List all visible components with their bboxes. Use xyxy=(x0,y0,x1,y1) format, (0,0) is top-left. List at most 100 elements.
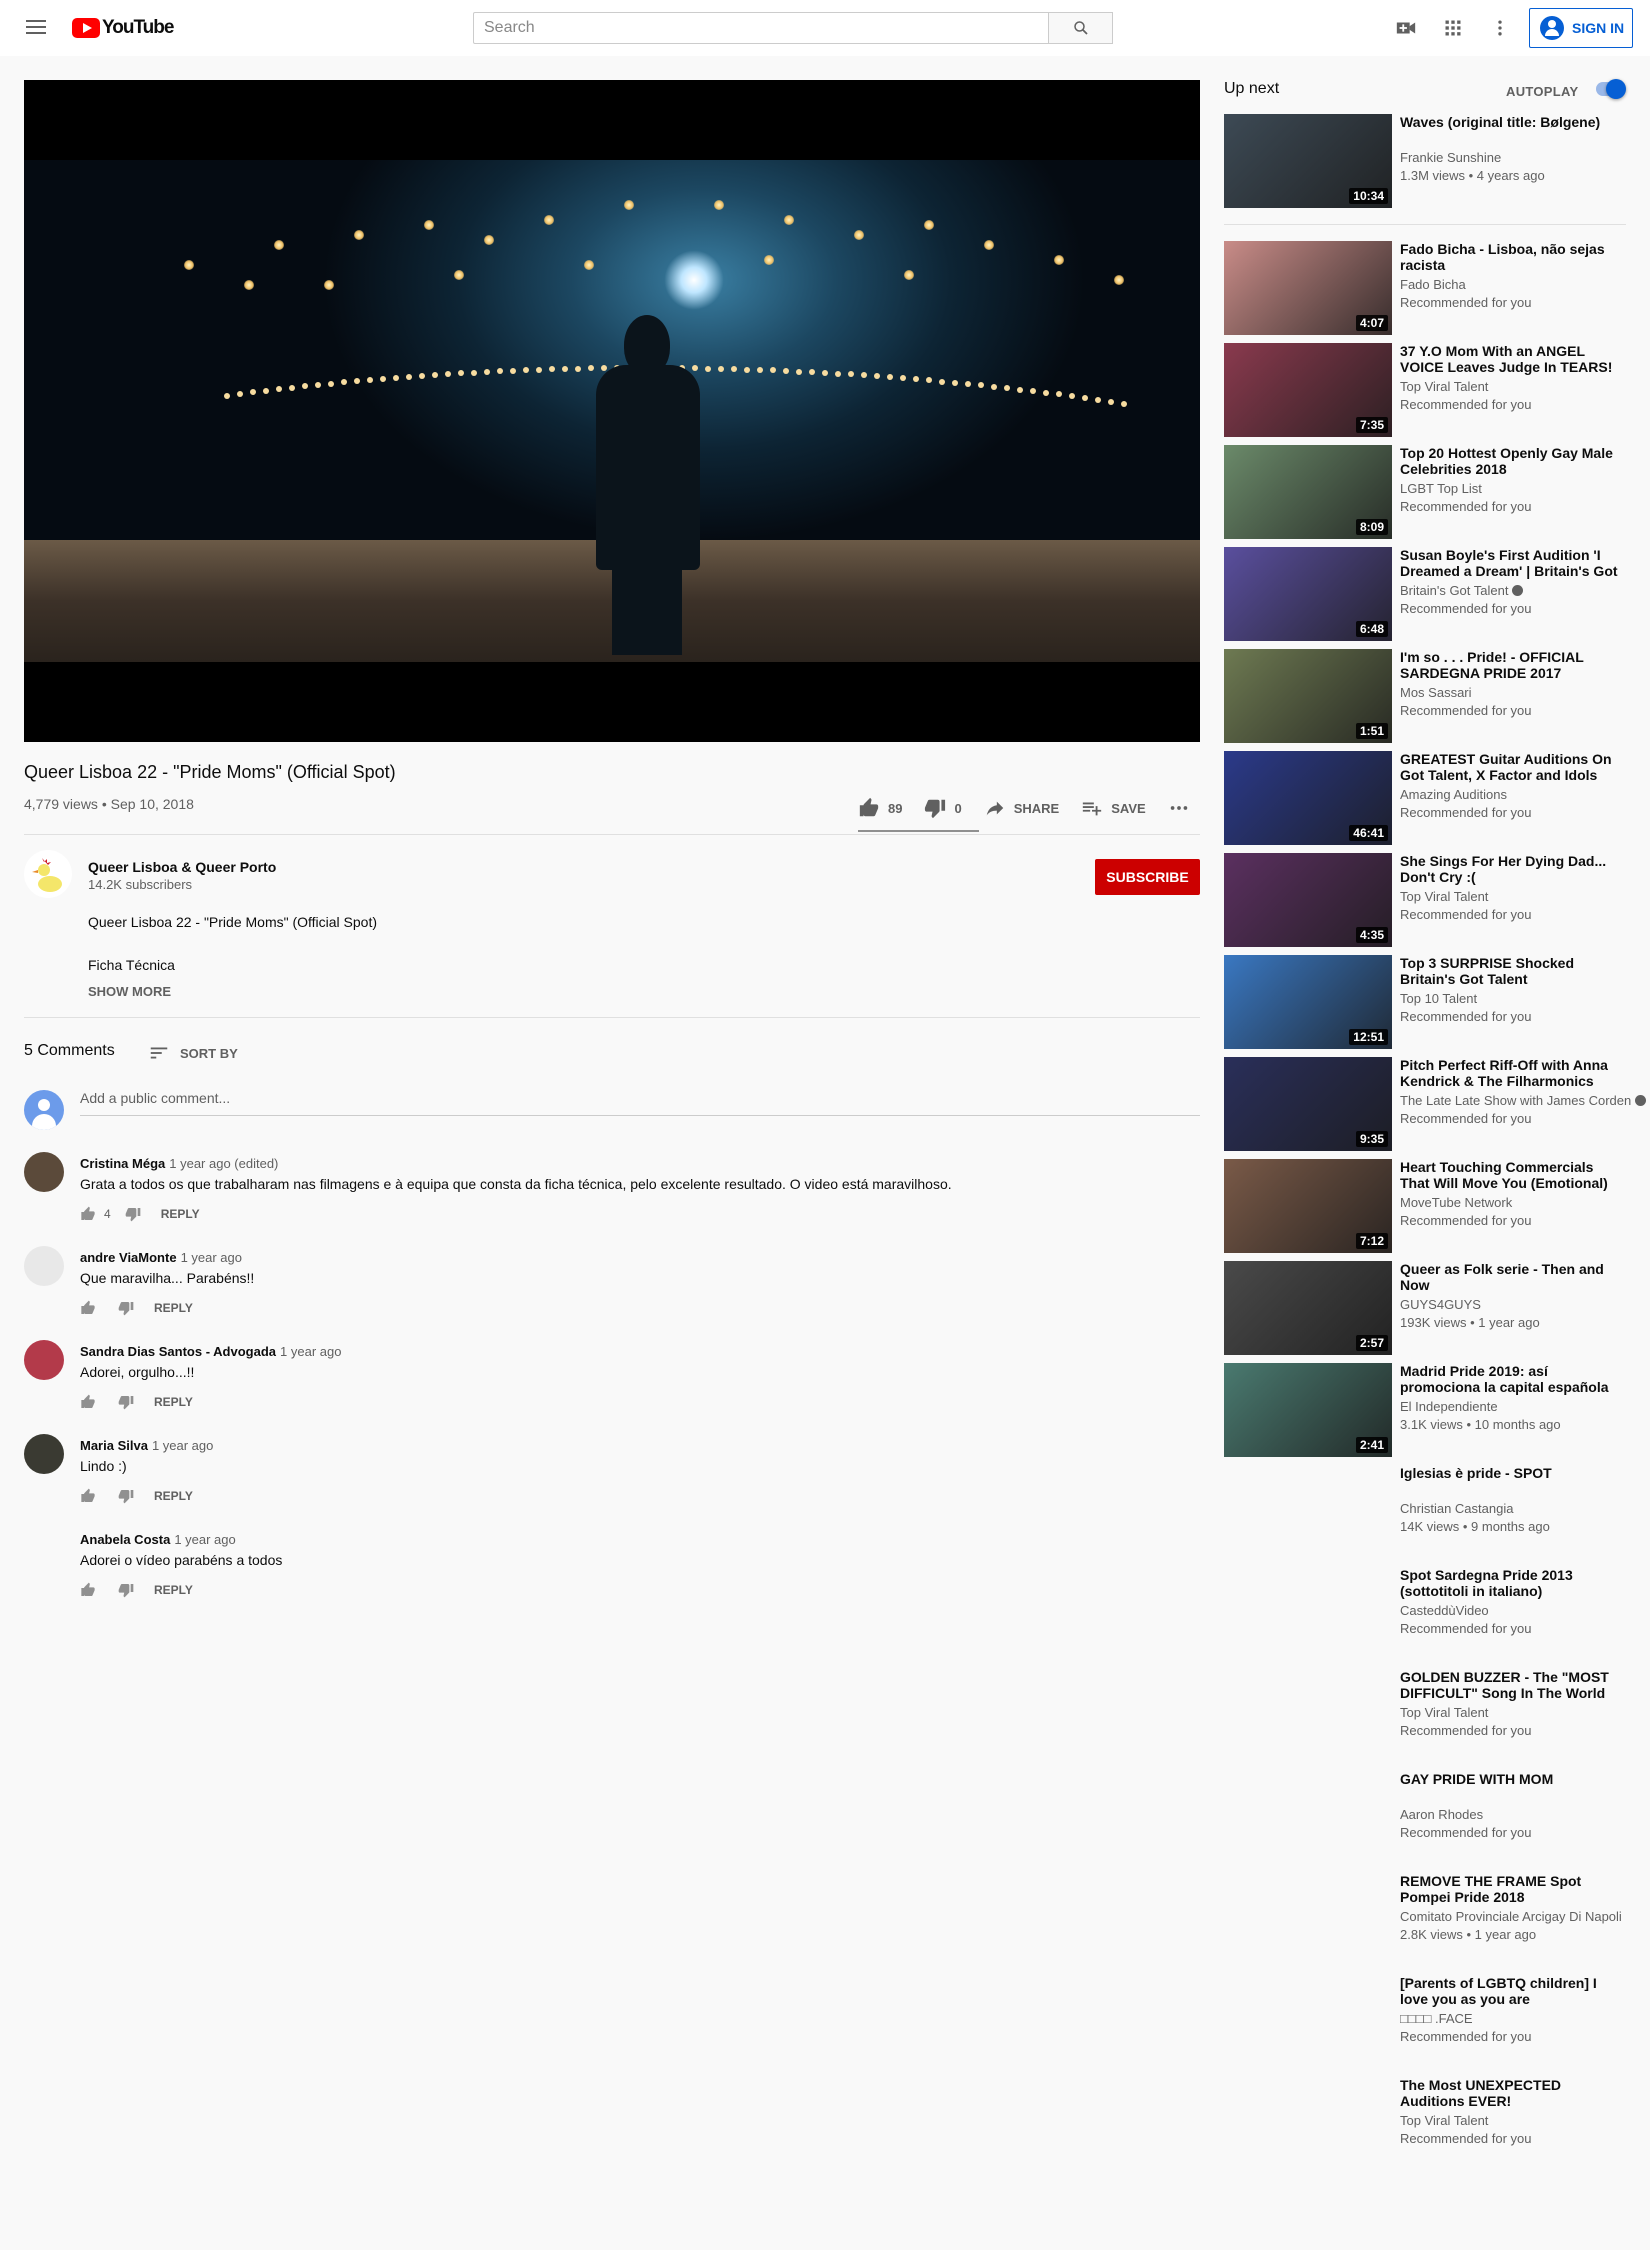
video-thumbnail[interactable]: 2:41 xyxy=(1224,1363,1392,1457)
comment-time[interactable]: 1 year ago xyxy=(152,1438,213,1453)
comment-dislike-button[interactable] xyxy=(118,1582,134,1598)
comment-avatar[interactable] xyxy=(24,1434,64,1474)
channel-name[interactable]: Frankie Sunshine xyxy=(1400,150,1501,165)
comment-reply-button[interactable]: REPLY xyxy=(161,1207,200,1221)
recommended-video[interactable]: 1:51 I'm so . . . Pride! - OFFICIAL SARDE… xyxy=(1224,649,1626,743)
channel-name[interactable]: Top Viral Talent xyxy=(1400,889,1488,904)
comment-dislike-button[interactable] xyxy=(118,1394,134,1410)
like-button[interactable]: 89 xyxy=(858,797,902,819)
comment-author[interactable]: Sandra Dias Santos - Advogada xyxy=(80,1344,276,1359)
comment-avatar[interactable] xyxy=(24,1246,64,1286)
comment-reply-button[interactable]: REPLY xyxy=(154,1583,193,1597)
video-title[interactable]: REMOVE THE FRAME Spot Pompei Pride 2018 xyxy=(1400,1873,1626,1905)
recommended-video[interactable]: [Parents of LGBTQ children] I love you a… xyxy=(1224,1975,1626,2069)
video-thumbnail[interactable]: 6:48 xyxy=(1224,547,1392,641)
save-button[interactable]: SAVE xyxy=(1081,797,1146,819)
recommended-video[interactable]: GAY PRIDE WITH MOM Aaron Rhodes Recommende… xyxy=(1224,1771,1626,1865)
video-title[interactable]: Iglesias è pride - SPOT xyxy=(1400,1465,1626,1481)
recommended-video[interactable]: 2:57 Queer as Folk serie - Then and Now GU… xyxy=(1224,1261,1626,1355)
channel-name[interactable]: Aaron Rhodes xyxy=(1400,1807,1483,1822)
video-title[interactable]: Top 20 Hottest Openly Gay Male Celebriti… xyxy=(1400,445,1626,477)
recommended-video[interactable]: 6:48 Susan Boyle's First Audition 'I Drea… xyxy=(1224,547,1626,641)
youtube-logo[interactable]: YouTube xyxy=(72,17,174,38)
video-title[interactable]: Heart Touching Commercials That Will Mov… xyxy=(1400,1159,1626,1191)
video-title[interactable]: Spot Sardegna Pride 2013 (sottotitoli in… xyxy=(1400,1567,1626,1599)
channel-name[interactable]: Top Viral Talent xyxy=(1400,2113,1488,2128)
video-thumbnail[interactable]: 7:35 xyxy=(1224,343,1392,437)
comment-like-button[interactable] xyxy=(80,1488,96,1504)
share-button[interactable]: SHARE xyxy=(984,797,1059,819)
video-title[interactable]: Pitch Perfect Riff-Off with Anna Kendric… xyxy=(1400,1057,1626,1089)
channel-name[interactable]: Fado Bicha xyxy=(1400,277,1466,292)
video-title[interactable]: I'm so . . . Pride! - OFFICIAL SARDEGNA … xyxy=(1400,649,1626,681)
video-player[interactable] xyxy=(24,80,1200,742)
video-title[interactable]: Waves (original title: Bølgene) xyxy=(1400,114,1626,130)
video-title[interactable]: Queer as Folk serie - Then and Now xyxy=(1400,1261,1626,1293)
recommended-video[interactable]: REMOVE THE FRAME Spot Pompei Pride 2018 C… xyxy=(1224,1873,1626,1967)
comment-time[interactable]: 1 year ago xyxy=(280,1344,341,1359)
video-thumbnail[interactable]: 12:51 xyxy=(1224,955,1392,1049)
recommended-video[interactable]: GOLDEN BUZZER - The "MOST DIFFICULT" Son… xyxy=(1224,1669,1626,1763)
recommended-video[interactable]: 8:09 Top 20 Hottest Openly Gay Male Celeb… xyxy=(1224,445,1626,539)
comment-like-button[interactable] xyxy=(80,1582,96,1598)
channel-name[interactable]: Top 10 Talent xyxy=(1400,991,1477,1006)
channel-name[interactable]: GUYS4GUYS xyxy=(1400,1297,1481,1312)
channel-name[interactable]: Mos Sassari xyxy=(1400,685,1472,700)
comment-reply-button[interactable]: REPLY xyxy=(154,1301,193,1315)
comment-author[interactable]: Cristina Méga xyxy=(80,1156,165,1171)
channel-name[interactable]: Christian Castangia xyxy=(1400,1501,1513,1516)
search-input[interactable]: Search xyxy=(473,12,1049,44)
dislike-button[interactable]: 0 xyxy=(924,797,962,819)
channel-name[interactable]: Comitato Provinciale Arcigay Di Napoli xyxy=(1400,1909,1622,1924)
video-title[interactable]: Top 3 SURPRISE Shocked Britain's Got Tal… xyxy=(1400,955,1626,987)
autoplay-toggle[interactable] xyxy=(1596,79,1626,99)
comment-time[interactable]: 1 year ago xyxy=(181,1250,242,1265)
comment-dislike-button[interactable] xyxy=(125,1206,141,1222)
comment-author[interactable]: Anabela Costa xyxy=(80,1532,170,1547)
channel-name[interactable]: LGBT Top List xyxy=(1400,481,1482,496)
comment-author[interactable]: andre ViaMonte xyxy=(80,1250,177,1265)
video-title[interactable]: She Sings For Her Dying Dad... Don't Cry… xyxy=(1400,853,1626,885)
menu-icon[interactable] xyxy=(24,16,48,40)
video-title[interactable]: GAY PRIDE WITH MOM xyxy=(1400,1771,1626,1787)
video-title[interactable]: Madrid Pride 2019: así promociona la cap… xyxy=(1400,1363,1626,1395)
recommended-video[interactable]: 10:34 Waves (original title: Bølgene) Fran… xyxy=(1224,114,1626,208)
video-title[interactable]: GREATEST Guitar Auditions On Got Talent,… xyxy=(1400,751,1626,783)
channel-name[interactable]: Britain's Got Talent xyxy=(1400,583,1524,598)
recommended-video[interactable]: 2:41 Madrid Pride 2019: así promociona la… xyxy=(1224,1363,1626,1457)
channel-name[interactable]: Top Viral Talent xyxy=(1400,1705,1488,1720)
video-title[interactable]: Susan Boyle's First Audition 'I Dreamed … xyxy=(1400,547,1626,579)
comment-time[interactable]: 1 year ago (edited) xyxy=(169,1156,278,1171)
apps-grid-icon[interactable] xyxy=(1441,16,1465,40)
comment-avatar[interactable] xyxy=(24,1152,64,1192)
video-thumbnail[interactable]: 46:41 xyxy=(1224,751,1392,845)
comment-author[interactable]: Maria Silva xyxy=(80,1438,148,1453)
comment-like-button[interactable] xyxy=(80,1300,96,1316)
recommended-video[interactable]: Iglesias è pride - SPOT Christian Castang… xyxy=(1224,1465,1626,1559)
comment-avatar[interactable] xyxy=(24,1340,64,1380)
recommended-video[interactable]: 9:35 Pitch Perfect Riff-Off with Anna Ken… xyxy=(1224,1057,1647,1151)
video-thumbnail[interactable]: 7:12 xyxy=(1224,1159,1392,1253)
video-title[interactable]: [Parents of LGBTQ children] I love you a… xyxy=(1400,1975,1626,2007)
comment-like-button[interactable] xyxy=(80,1206,96,1222)
video-title[interactable]: 37 Y.O Mom With an ANGEL VOICE Leaves Ju… xyxy=(1400,343,1626,375)
channel-name[interactable]: Top Viral Talent xyxy=(1400,379,1488,394)
video-thumbnail[interactable]: 4:35 xyxy=(1224,853,1392,947)
channel-name[interactable]: Queer Lisboa & Queer Porto xyxy=(88,859,276,875)
channel-name[interactable]: MoveTube Network xyxy=(1400,1195,1512,1210)
search-button[interactable] xyxy=(1049,12,1113,44)
video-thumbnail[interactable]: 8:09 xyxy=(1224,445,1392,539)
recommended-video[interactable]: Spot Sardegna Pride 2013 (sottotitoli in… xyxy=(1224,1567,1626,1661)
video-title[interactable]: Fado Bicha - Lisboa, não sejas racista xyxy=(1400,241,1626,273)
video-thumbnail[interactable]: 9:35 xyxy=(1224,1057,1392,1151)
channel-name[interactable]: CasteddùVideo xyxy=(1400,1603,1489,1618)
recommended-video[interactable]: 7:35 37 Y.O Mom With an ANGEL VOICE Leave… xyxy=(1224,343,1626,437)
recommended-video[interactable]: The Most UNEXPECTED Auditions EVER! Top V… xyxy=(1224,2077,1626,2171)
more-vert-icon[interactable] xyxy=(1488,16,1512,40)
comment-reply-button[interactable]: REPLY xyxy=(154,1489,193,1503)
subscribe-button[interactable]: SUBSCRIBE xyxy=(1095,859,1200,895)
recommended-video[interactable]: 7:12 Heart Touching Commercials That Will… xyxy=(1224,1159,1626,1253)
add-comment-input[interactable]: Add a public comment... xyxy=(80,1090,1200,1116)
more-actions-button[interactable] xyxy=(1168,797,1198,819)
video-thumbnail[interactable]: 1:51 xyxy=(1224,649,1392,743)
